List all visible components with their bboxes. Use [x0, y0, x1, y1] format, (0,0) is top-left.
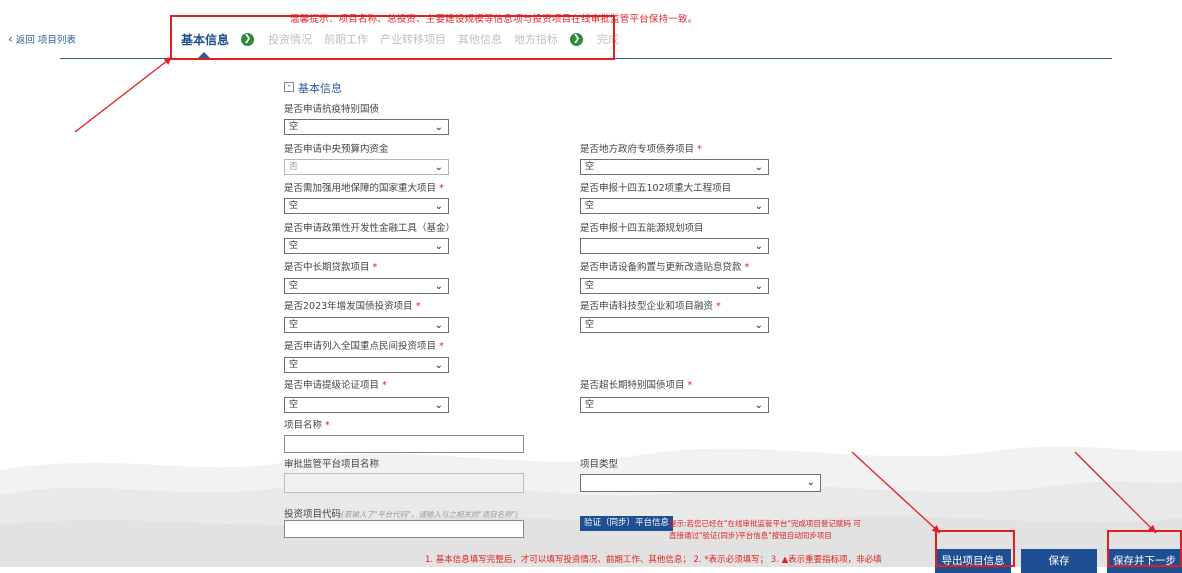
- field-label: 是否需加强用地保障的国家重大项目 *: [284, 183, 444, 194]
- tab-preliminary-work[interactable]: 前期工作: [324, 31, 368, 47]
- chevron-down-icon: ⌄: [434, 320, 443, 331]
- select-102-major-project[interactable]: 空 ⌄: [580, 198, 769, 214]
- field-label: 是否申请抗疫特别国债: [284, 104, 380, 115]
- bottom-note: 1. 基本信息填写完整后，才可以填写投资情况、前期工作、其他信息； 2. *表示…: [425, 555, 882, 565]
- back-to-project-list-link[interactable]: ‹ 返回 项目列表: [8, 32, 76, 46]
- select-upgraded-review-project[interactable]: 空 ⌄: [284, 397, 449, 413]
- header-divider: [60, 58, 1112, 59]
- select-anti-epidemic-bond[interactable]: 空 ⌄: [284, 119, 449, 135]
- select-equipment-renewal-loan[interactable]: 空 ⌄: [580, 278, 769, 294]
- field-label: 投资项目代码(若输入了"平台代码"，请输入与之相关的"项目名称"): [284, 509, 519, 520]
- field-label: 是否申请设备购置与更新改造贴息贷款 *: [580, 262, 750, 273]
- chevron-down-icon: ⌄: [434, 162, 443, 173]
- tab-basic-info[interactable]: 基本信息: [181, 31, 229, 48]
- field-label: 是否申请提级论证项目 *: [284, 380, 387, 391]
- section-title: 基本信息: [298, 82, 342, 95]
- field-label: 是否地方政府专项债券项目 *: [580, 144, 702, 155]
- chevron-left-icon: ‹: [8, 32, 13, 46]
- chevron-down-icon: ⌄: [434, 122, 443, 133]
- field-label: 审批监管平台项目名称: [284, 459, 380, 470]
- select-policy-finance-tool[interactable]: 空 ⌄: [284, 238, 449, 254]
- field-label: 是否超长期特别国债项目 *: [580, 380, 693, 391]
- chevron-down-icon: ⌄: [754, 281, 763, 292]
- tab-industry-transfer[interactable]: 产业转移项目: [380, 31, 446, 47]
- chevron-down-icon: ⌄: [754, 400, 763, 411]
- save-and-next-button[interactable]: 保存并下一步: [1107, 549, 1182, 573]
- step-tabs: 基本信息 ❯ 投资情况 前期工作 产业转移项目 其他信息 地方指标 ❯ 完成: [181, 28, 631, 50]
- select-2023-additional-bond[interactable]: 空 ⌄: [284, 317, 449, 333]
- tab-other-info[interactable]: 其他信息: [458, 31, 502, 47]
- field-label: 项目类型: [580, 459, 619, 470]
- chevron-down-icon: ⌄: [434, 241, 443, 252]
- verify-sync-button[interactable]: 验证（同步）平台信息: [580, 516, 674, 531]
- chevron-down-icon: ⌄: [754, 201, 763, 212]
- chevron-down-icon: ⌄: [754, 162, 763, 173]
- field-label: 是否申请科技型企业和项目融资 *: [580, 301, 721, 312]
- annotation-arrow: [74, 56, 173, 133]
- select-energy-plan-project[interactable]: ⌄: [580, 238, 769, 254]
- tab-investment[interactable]: 投资情况: [268, 31, 312, 47]
- field-label: 是否申报十四五能源规划项目: [580, 223, 704, 234]
- select-tech-enterprise-finance[interactable]: 空 ⌄: [580, 317, 769, 333]
- tab-local-indicators[interactable]: 地方指标: [514, 31, 558, 47]
- tab-complete[interactable]: 完成: [597, 31, 619, 47]
- select-central-budget-funds[interactable]: 否 ⌄: [284, 159, 449, 175]
- select-local-special-bond[interactable]: 空 ⌄: [580, 159, 769, 175]
- chevron-down-icon: ⌄: [434, 201, 443, 212]
- select-project-type[interactable]: ⌄: [580, 474, 821, 492]
- field-label: 是否申报十四五102项重大工程项目: [580, 183, 732, 194]
- field-label: 是否申请政策性开发性金融工具（基金）: [284, 223, 456, 234]
- back-label: 返回 项目列表: [15, 35, 76, 46]
- field-label: 是否中长期贷款项目 *: [284, 262, 378, 273]
- project-code-input[interactable]: [284, 520, 524, 538]
- collapse-toggle-icon[interactable]: -: [284, 82, 294, 92]
- select-long-term-loan[interactable]: 空 ⌄: [284, 278, 449, 294]
- chevron-down-icon: ⌄: [434, 281, 443, 292]
- chevron-down-icon: ⌄: [434, 360, 443, 371]
- project-name-input[interactable]: [284, 435, 524, 453]
- field-label: 是否2023年增发国债投资项目 *: [284, 301, 421, 312]
- export-project-info-button[interactable]: 导出项目信息: [935, 549, 1011, 573]
- select-land-guarantee-project[interactable]: 空 ⌄: [284, 198, 449, 214]
- mountain-background: [0, 446, 1182, 567]
- select-private-investment-project[interactable]: 空 ⌄: [284, 357, 449, 373]
- chevron-down-icon: ⌄: [754, 320, 763, 331]
- warning-text: 温馨提示：项目名称、总投资、主要建设规模等信息项与投资项目在线审批监管平台保持一…: [290, 14, 698, 25]
- chevron-down-icon: ⌄: [806, 477, 815, 488]
- arrow-right-circle-icon: ❯: [570, 32, 584, 46]
- verify-tip: 提示:若您已经在"在线审批监管平台"完成项目登记赋码 可 直接通过"验证(同步)…: [669, 519, 861, 540]
- field-label: 是否申请中央预算内资金: [284, 144, 389, 155]
- chevron-down-icon: ⌄: [434, 400, 443, 411]
- field-label: 是否申请列入全国重点民间投资项目 *: [284, 341, 444, 352]
- select-ultra-long-bond[interactable]: 空 ⌄: [580, 397, 769, 413]
- arrow-right-circle-icon: ❯: [241, 32, 255, 46]
- field-label: 项目名称 *: [284, 420, 330, 431]
- platform-project-name-input[interactable]: [284, 473, 524, 493]
- chevron-down-icon: ⌄: [754, 241, 763, 252]
- save-button[interactable]: 保存: [1021, 549, 1097, 573]
